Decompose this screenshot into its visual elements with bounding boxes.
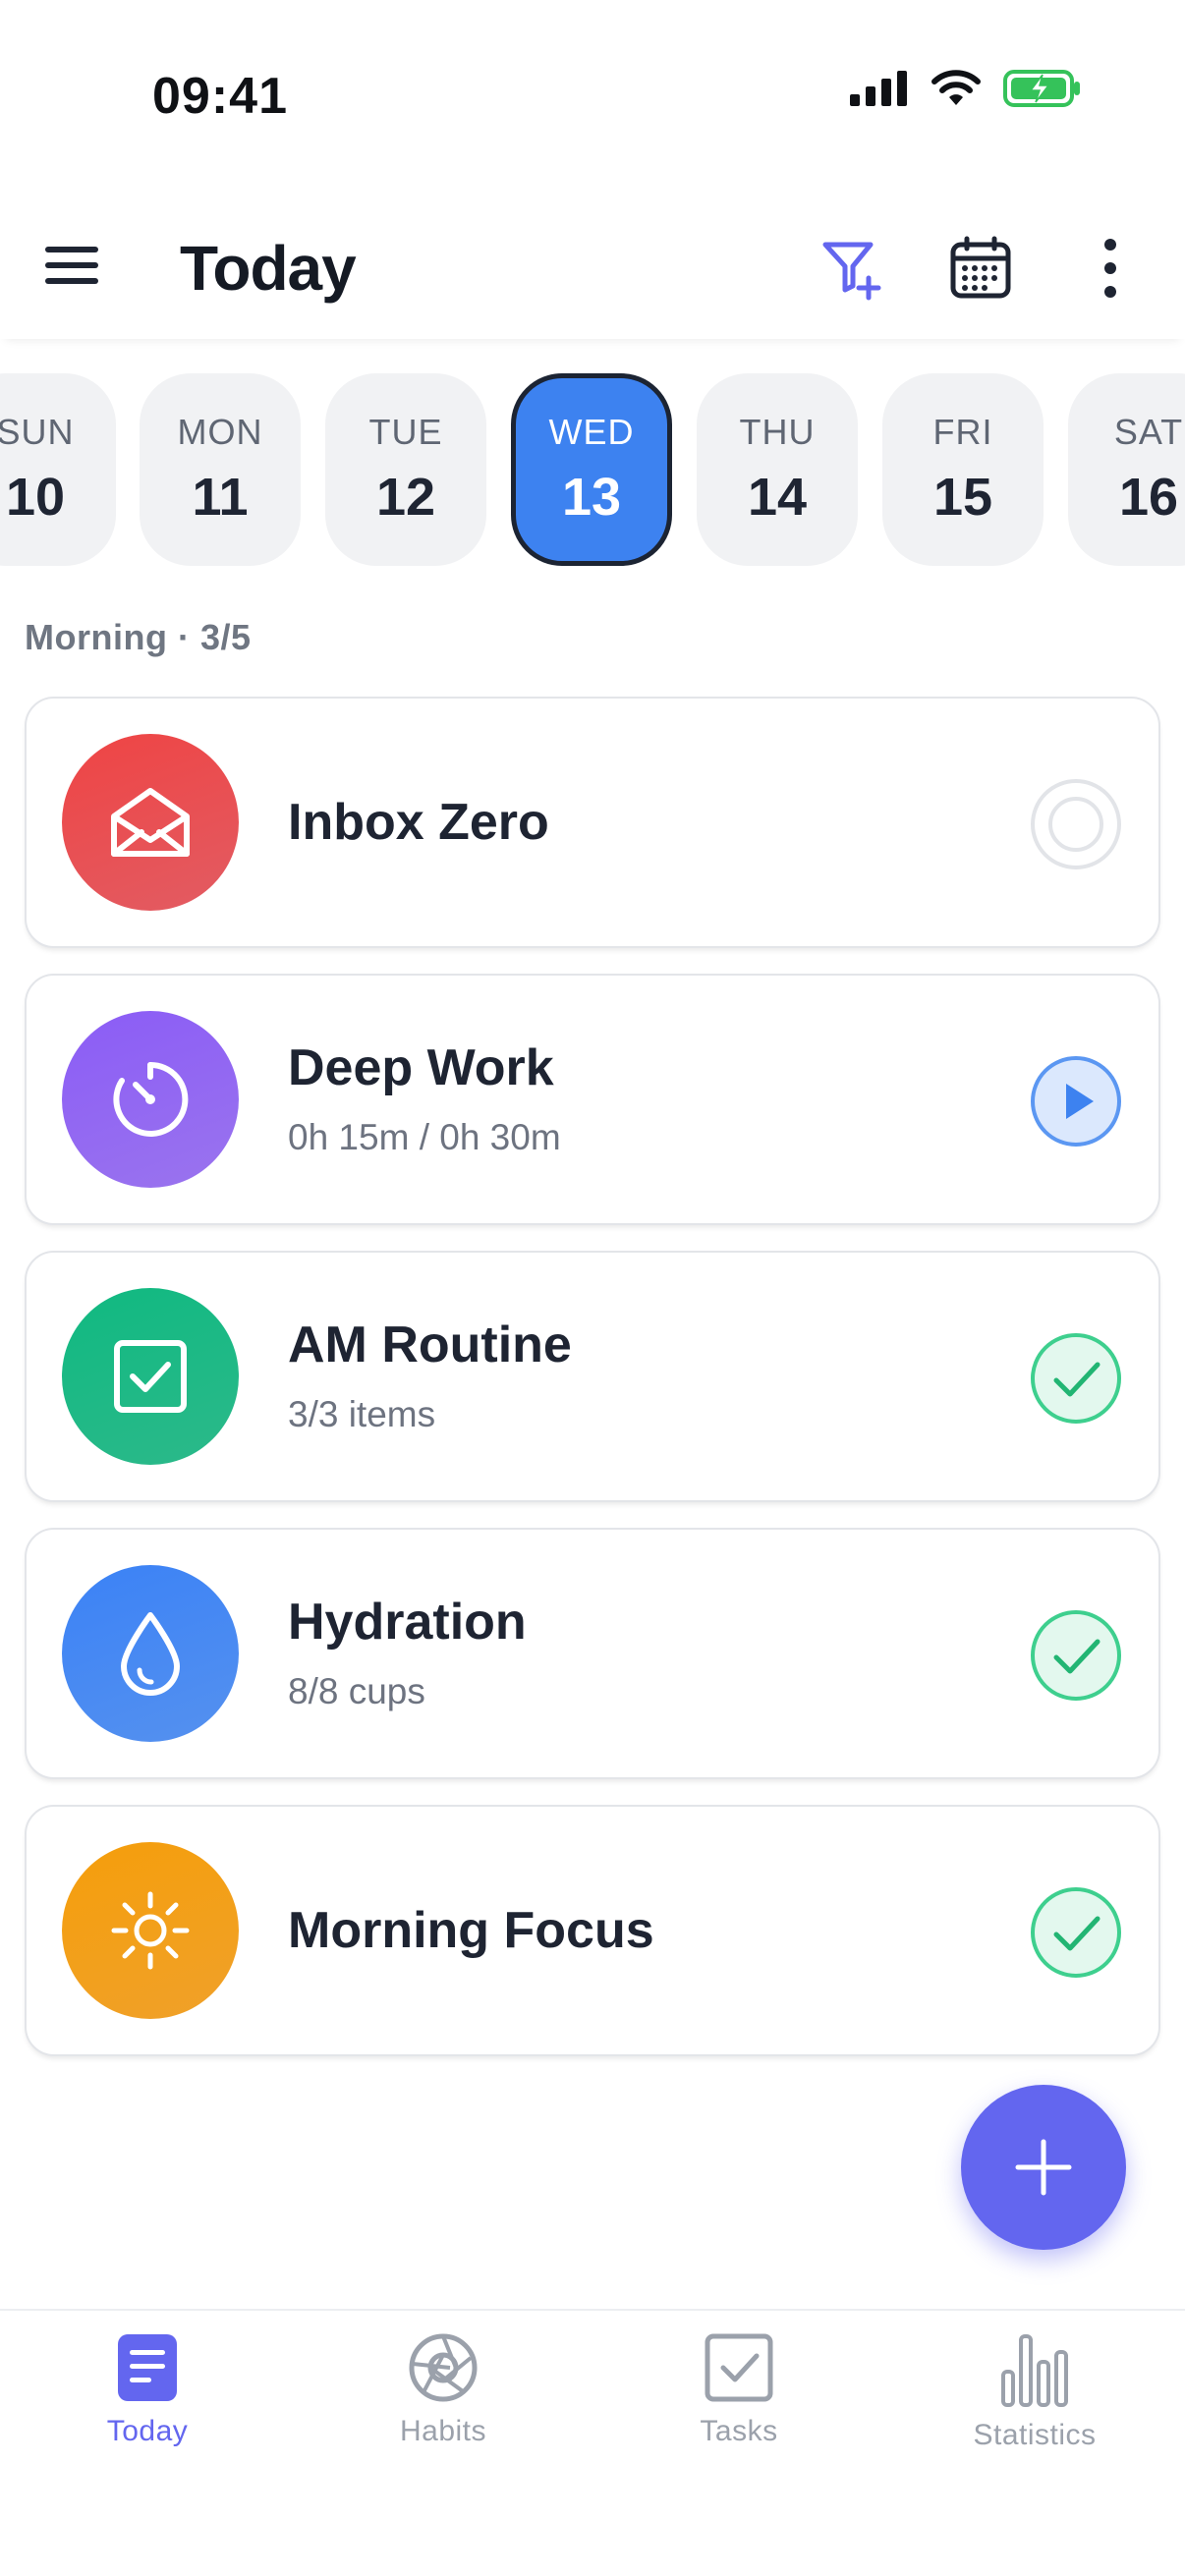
more-vertical-icon bbox=[1104, 239, 1116, 298]
habit-name: Hydration bbox=[288, 1594, 527, 1651]
day-chip-fri[interactable]: FRI 15 bbox=[882, 373, 1044, 566]
sun-icon bbox=[111, 1891, 190, 1970]
day-strip: SUN 10 MON 11 TUE 12 WED 13 THU 14 FRI 1… bbox=[0, 373, 1185, 566]
filter-add-icon bbox=[822, 242, 881, 301]
check-circle-icon bbox=[1031, 1887, 1121, 1978]
day-of-week: MON bbox=[177, 412, 263, 452]
nav-tab-tasks[interactable]: Tasks bbox=[621, 2332, 857, 2448]
section-label-morning: Morning · 3/5 bbox=[25, 617, 252, 657]
status-bar: 09:41 bbox=[0, 0, 1185, 187]
day-of-week: WED bbox=[548, 412, 635, 452]
habit-icon-badge bbox=[62, 734, 239, 911]
hamburger-menu-icon bbox=[45, 247, 98, 284]
habit-subtitle: 3/3 items bbox=[288, 1394, 436, 1434]
day-number: 12 bbox=[375, 468, 436, 527]
status-time: 09:41 bbox=[152, 68, 288, 125]
habit-card-deep-work[interactable]: Deep Work 0h 15m / 0h 30m bbox=[25, 974, 1160, 1225]
app-header: Today bbox=[0, 196, 1185, 339]
nav-label: Tasks bbox=[700, 2415, 778, 2447]
checkbox-icon bbox=[114, 1340, 187, 1413]
day-number: 11 bbox=[192, 468, 249, 527]
habit-icon-badge bbox=[62, 1288, 239, 1465]
timer-icon bbox=[113, 1061, 189, 1137]
day-number: 10 bbox=[5, 468, 66, 527]
more-options-button[interactable] bbox=[1071, 229, 1150, 308]
day-number: 14 bbox=[747, 468, 808, 527]
habit-icon-badge bbox=[62, 1842, 239, 2019]
add-habit-button[interactable] bbox=[961, 2085, 1126, 2250]
cellular-signal-icon bbox=[850, 71, 907, 106]
page-title: Today bbox=[180, 233, 357, 304]
nav-label: Today bbox=[106, 2415, 189, 2447]
bottom-navigation: Today Habits Tasks Statistics bbox=[0, 2309, 1185, 2576]
habits-icon bbox=[409, 2333, 478, 2402]
menu-button[interactable] bbox=[43, 241, 102, 290]
habit-name: Inbox Zero bbox=[288, 794, 549, 851]
nav-tab-habits[interactable]: Habits bbox=[325, 2332, 561, 2448]
play-icon bbox=[1031, 1056, 1121, 1147]
day-chip-thu[interactable]: THU 14 bbox=[697, 373, 858, 566]
habit-play-button[interactable] bbox=[1029, 1054, 1123, 1148]
habit-icon-badge bbox=[62, 1011, 239, 1188]
habit-card-hydration[interactable]: Hydration 8/8 cups bbox=[25, 1528, 1160, 1779]
check-circle-icon bbox=[1031, 1610, 1121, 1701]
day-number: 15 bbox=[932, 468, 993, 527]
nav-label: Statistics bbox=[973, 2419, 1097, 2451]
calendar-icon bbox=[950, 236, 1011, 299]
envelope-icon bbox=[111, 788, 190, 857]
habit-status-not-started[interactable] bbox=[1029, 777, 1123, 871]
plus-icon bbox=[1015, 2139, 1072, 2196]
habit-status-done[interactable] bbox=[1029, 1331, 1123, 1426]
calendar-button[interactable] bbox=[941, 229, 1020, 308]
day-number: 16 bbox=[1118, 468, 1179, 527]
day-of-week: FRI bbox=[932, 412, 993, 452]
day-of-week: SAT bbox=[1113, 412, 1184, 452]
day-chip-sun[interactable]: SUN 10 bbox=[0, 373, 116, 566]
empty-circle-icon bbox=[1031, 779, 1121, 869]
day-of-week: TUE bbox=[368, 412, 443, 452]
habit-name: Morning Focus bbox=[288, 1902, 654, 1959]
status-icons bbox=[850, 69, 1082, 108]
habit-name: AM Routine bbox=[288, 1316, 572, 1373]
habit-icon-badge bbox=[62, 1565, 239, 1742]
filter-add-button[interactable] bbox=[814, 229, 892, 308]
wifi-icon bbox=[931, 70, 981, 105]
battery-charging-icon bbox=[1003, 70, 1080, 107]
tasks-icon bbox=[705, 2333, 773, 2402]
day-chip-mon[interactable]: MON 11 bbox=[140, 373, 301, 566]
nav-tab-statistics[interactable]: Statistics bbox=[917, 2332, 1153, 2452]
statistics-icon bbox=[1001, 2334, 1068, 2407]
nav-tab-today[interactable]: Today bbox=[29, 2332, 265, 2448]
nav-label: Habits bbox=[399, 2415, 487, 2447]
day-chip-tue[interactable]: TUE 12 bbox=[325, 373, 486, 566]
habit-card-am-routine[interactable]: AM Routine 3/3 items bbox=[25, 1251, 1160, 1502]
habit-status-done[interactable] bbox=[1029, 1885, 1123, 1980]
check-circle-icon bbox=[1031, 1333, 1121, 1424]
habit-name: Deep Work bbox=[288, 1039, 554, 1096]
habit-card-inbox-zero[interactable]: Inbox Zero bbox=[25, 697, 1160, 948]
today-screen: 09:41 Today SUN 10 MON 11 TUE 12 WED 13 … bbox=[0, 0, 1185, 2576]
day-of-week: THU bbox=[739, 412, 816, 452]
day-chip-wed[interactable]: WED 13 bbox=[511, 373, 672, 566]
today-icon bbox=[118, 2334, 177, 2401]
day-of-week: SUN bbox=[0, 412, 75, 452]
day-number: 13 bbox=[561, 468, 622, 527]
day-chip-sat[interactable]: SAT 16 bbox=[1068, 373, 1185, 566]
habit-card-morning-focus[interactable]: Morning Focus bbox=[25, 1805, 1160, 2056]
habit-status-done[interactable] bbox=[1029, 1608, 1123, 1703]
water-drop-icon bbox=[121, 1612, 180, 1696]
habit-subtitle: 0h 15m / 0h 30m bbox=[288, 1117, 561, 1157]
habit-subtitle: 8/8 cups bbox=[288, 1671, 425, 1711]
